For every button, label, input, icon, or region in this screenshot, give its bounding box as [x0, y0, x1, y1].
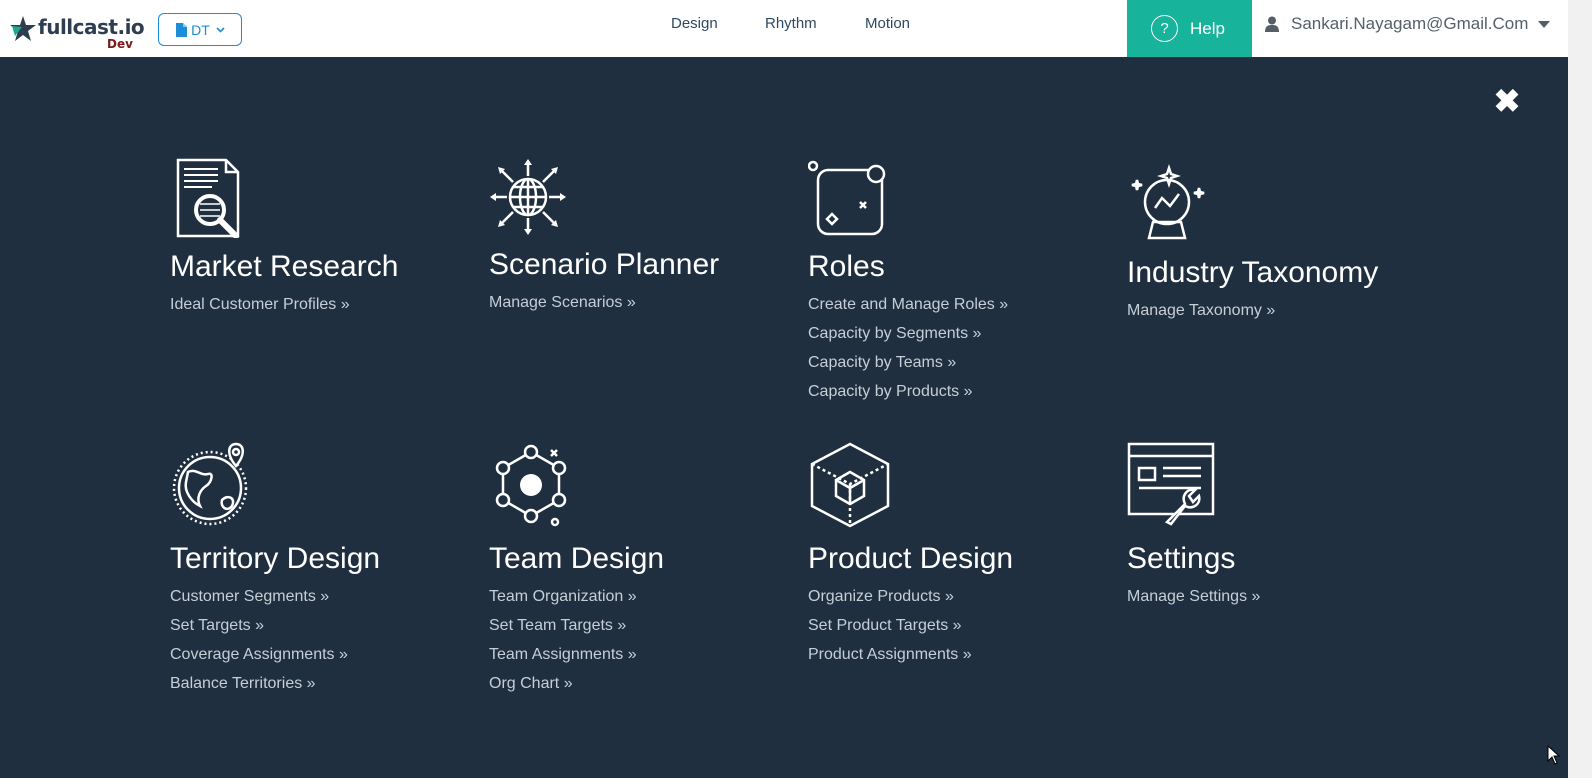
- tile-title: Industry Taxonomy: [1127, 256, 1379, 289]
- link-capacity-by-segments[interactable]: Capacity by Segments »: [808, 319, 1108, 348]
- document-icon: [176, 22, 188, 37]
- globe-arrows-icon: [490, 159, 566, 235]
- tile-title: Product Design: [808, 542, 1014, 575]
- link-product-assignments[interactable]: Product Assignments »: [808, 640, 1108, 669]
- fullcast-logo[interactable]: fullcast.io Dev: [8, 12, 145, 52]
- link-capacity-by-teams[interactable]: Capacity by Teams »: [808, 348, 1108, 377]
- link-capacity-by-products[interactable]: Capacity by Products »: [808, 377, 1108, 406]
- nav-design[interactable]: Design: [671, 15, 718, 32]
- tile-title: Scenario Planner: [489, 248, 720, 281]
- tile-product-design: Product Design Organize Products » Set P…: [808, 442, 1108, 669]
- user-icon: [1265, 16, 1279, 32]
- link-org-chart[interactable]: Org Chart »: [489, 669, 789, 698]
- user-email: Sankari.Nayagam@Gmail.Com: [1291, 14, 1529, 33]
- globe-pin-icon: [172, 442, 248, 526]
- top-header: fullcast.io Dev DT Design Rhythm Motion …: [0, 0, 1568, 57]
- link-set-team-targets[interactable]: Set Team Targets »: [489, 611, 789, 640]
- link-set-product-targets[interactable]: Set Product Targets »: [808, 611, 1108, 640]
- tile-territory-design: Territory Design Customer Segments » Set…: [170, 442, 470, 698]
- help-button[interactable]: ? Help: [1127, 0, 1252, 57]
- tile-title: Team Design: [489, 542, 665, 575]
- workspace-label: DT: [191, 21, 210, 38]
- link-team-assignments[interactable]: Team Assignments »: [489, 640, 789, 669]
- tile-market-research: Market Research Ideal Customer Profiles …: [170, 158, 470, 319]
- logo-env-label: Dev: [107, 37, 133, 51]
- tile-roles: Roles Create and Manage Roles » Capacity…: [808, 160, 1108, 406]
- caret-down-icon: [1538, 20, 1551, 28]
- link-customer-segments[interactable]: Customer Segments »: [170, 582, 470, 611]
- nav-motion[interactable]: Motion: [865, 15, 910, 32]
- workspace-dropdown[interactable]: DT: [158, 13, 242, 46]
- tile-title: Market Research: [170, 250, 399, 283]
- tile-title: Settings: [1127, 542, 1236, 575]
- link-manage-settings[interactable]: Manage Settings »: [1127, 582, 1427, 611]
- link-create-manage-roles[interactable]: Create and Manage Roles »: [808, 290, 1108, 319]
- link-balance-territories[interactable]: Balance Territories »: [170, 669, 470, 698]
- mouse-cursor-icon: [1547, 745, 1561, 765]
- tile-settings: Settings Manage Settings »: [1127, 442, 1427, 611]
- roles-icon: [808, 160, 886, 236]
- question-icon: ?: [1151, 15, 1178, 42]
- tile-industry-taxonomy: Industry Taxonomy Manage Taxonomy »: [1127, 162, 1427, 325]
- nav-rhythm[interactable]: Rhythm: [765, 15, 817, 32]
- link-team-organization[interactable]: Team Organization »: [489, 582, 789, 611]
- link-manage-scenarios[interactable]: Manage Scenarios »: [489, 288, 789, 317]
- star-logo-icon: [10, 16, 36, 41]
- link-coverage-assignments[interactable]: Coverage Assignments »: [170, 640, 470, 669]
- close-icon[interactable]: ✖: [1490, 84, 1524, 118]
- user-menu[interactable]: Sankari.Nayagam@Gmail.Com: [1265, 14, 1551, 34]
- vertical-scrollbar[interactable]: [1568, 0, 1592, 778]
- link-ideal-customer-profiles[interactable]: Ideal Customer Profiles »: [170, 290, 470, 319]
- network-icon: [495, 444, 567, 527]
- logo-text: fullcast.io: [38, 15, 145, 39]
- market-research-icon: [176, 158, 240, 238]
- link-organize-products[interactable]: Organize Products »: [808, 582, 1108, 611]
- tile-team-design: Team Design Team Organization » Set Team…: [489, 442, 789, 698]
- help-label: Help: [1190, 18, 1225, 38]
- crystal-ball-icon: [1131, 164, 1205, 240]
- settings-window-icon: [1127, 442, 1215, 526]
- tile-title: Roles: [808, 250, 885, 283]
- cube-icon: [810, 442, 890, 528]
- chevron-down-icon: [216, 26, 225, 33]
- link-set-targets[interactable]: Set Targets »: [170, 611, 470, 640]
- tile-title: Territory Design: [170, 542, 381, 575]
- tile-scenario-planner: Scenario Planner Manage Scenarios »: [489, 158, 789, 317]
- link-manage-taxonomy[interactable]: Manage Taxonomy »: [1127, 296, 1427, 325]
